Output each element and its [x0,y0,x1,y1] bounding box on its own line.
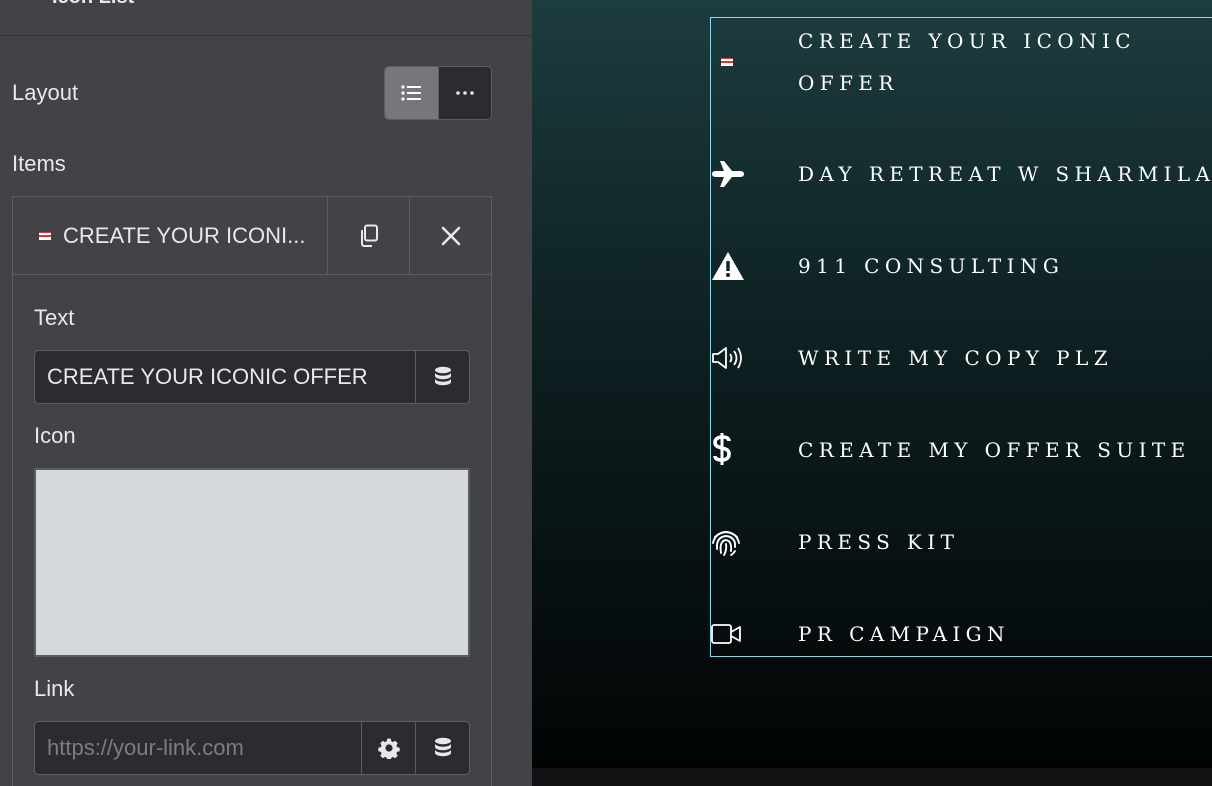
layout-inline-button[interactable] [437,67,491,119]
list-item-text-line-2: OFFER [798,71,899,95]
duplicate-item-button[interactable] [327,197,409,275]
dollar-icon [713,432,753,466]
layout-label: Layout [12,80,79,105]
list-item-text: 911 CONSULTING [798,254,1065,278]
repeater-item-title-area[interactable]: CREATE YOUR ICONI... [13,197,327,275]
link-dynamic-tags-button[interactable] [415,722,469,774]
list-item-text: WRITE MY COPY PLZ [798,346,1114,370]
text-field[interactable]: CREATE YOUR ICONIC OFFER [34,350,470,404]
flag-icon [721,58,761,66]
list-item-text-line-1: CREATE YOUR ICONIC [798,29,1136,53]
close-icon [441,226,460,246]
video-camera-icon [711,624,751,644]
link-field-placeholder[interactable]: https://your-link.com [35,722,361,774]
list-item[interactable]: PRESS KIT [711,521,1212,563]
items-label: Items [12,151,66,176]
layout-toggle [384,66,492,120]
link-options-button[interactable] [361,722,415,774]
text-field-label: Text [34,305,75,330]
list-item[interactable]: WRITE MY COPY PLZ [711,337,1212,379]
warning-icon [711,251,751,281]
list-item[interactable]: CREATE MY OFFER SUITE [711,429,1212,471]
panel-header: Icon List [0,0,532,36]
layout-list-button[interactable] [385,67,438,119]
fingerprint-icon [711,527,751,557]
icon-field-label: Icon [34,423,76,448]
list-item-text: PRESS KIT [798,530,960,554]
flag-icon [39,232,51,240]
list-item[interactable]: 911 CONSULTING [711,245,1212,287]
icon-list-widget[interactable]: CREATE YOUR ICONIC OFFER DAY RETREAT W S… [710,17,1212,657]
preview-footer [532,768,1212,786]
link-field[interactable]: https://your-link.com [34,721,470,775]
database-icon [434,366,451,386]
icon-picker[interactable] [34,468,470,657]
list-item-text: CREATE MY OFFER SUITE [798,438,1191,462]
panel-title: Icon List [52,0,134,9]
editor-panel: Icon List Layout Items CREATE YOUR ICONI… [0,0,532,786]
ellipsis-icon [456,91,474,95]
list-item[interactable]: DAY RETREAT W SHARMILA [711,153,1212,195]
list-icon [401,85,422,101]
list-item-text: PR CAMPAIGN [798,622,1010,646]
list-item-text: DAY RETREAT W SHARMILA [798,162,1212,186]
plane-icon [711,160,751,188]
remove-item-button[interactable] [409,197,491,275]
database-icon [434,737,451,757]
link-field-label: Link [34,676,75,701]
text-field-value[interactable]: CREATE YOUR ICONIC OFFER [35,351,415,403]
gear-icon [377,738,400,759]
copy-icon [360,224,378,247]
list-item[interactable]: CREATE YOUR ICONIC OFFER [711,20,1212,104]
repeater-item-header[interactable]: CREATE YOUR ICONI... [13,197,491,275]
list-item[interactable]: PR CAMPAIGN [711,613,1212,655]
list-item-text: CREATE YOUR ICONIC OFFER [798,20,1136,104]
repeater-item-title: CREATE YOUR ICONI... [63,223,306,248]
dynamic-tags-button[interactable] [415,351,469,403]
speaker-icon [711,346,751,370]
